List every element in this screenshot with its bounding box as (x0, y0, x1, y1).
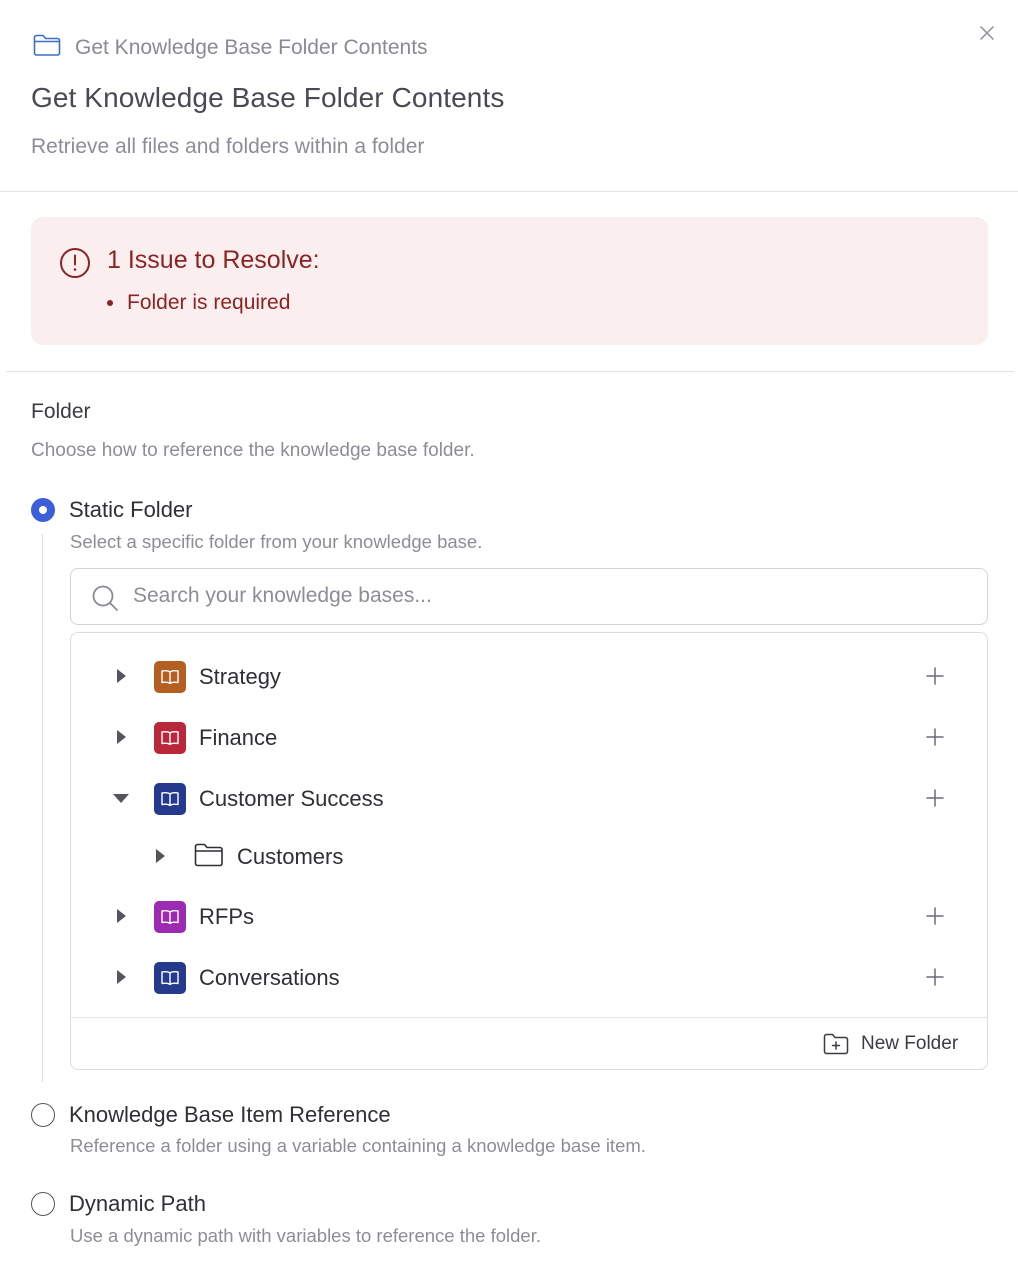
panel-header: Get Knowledge Base Folder Contents Get K… (0, 0, 1018, 192)
add-icon[interactable] (923, 725, 947, 749)
issues-alert: 1 Issue to Resolve: Folder is required (31, 217, 988, 345)
book-icon (154, 783, 186, 815)
kb-item-reference-radio[interactable] (31, 1103, 55, 1127)
alert-item-text: Folder is required (127, 291, 291, 314)
chevron-right-icon[interactable] (111, 906, 131, 926)
tree-item-label: Customer Success (199, 786, 384, 811)
add-icon[interactable] (923, 965, 947, 989)
book-icon (154, 901, 186, 933)
chevron-right-icon[interactable] (150, 846, 170, 866)
folder-icon (194, 843, 224, 872)
tree-item-label: Finance (199, 725, 278, 750)
knowledge-base-search[interactable] (70, 568, 988, 625)
folder-plus-icon (823, 1033, 849, 1055)
tree-item-conversations[interactable]: Conversations (71, 952, 987, 1002)
chevron-right-icon[interactable] (111, 967, 131, 987)
search-icon (91, 584, 119, 617)
tree-footer-divider (71, 1017, 987, 1018)
tree-item-customer-success[interactable]: Customer Success (71, 773, 987, 823)
book-icon (154, 722, 186, 754)
page-title: Get Knowledge Base Folder Contents (31, 82, 505, 113)
new-folder-button[interactable]: New Folder (823, 1029, 958, 1059)
option-connector-line (42, 534, 43, 1082)
book-icon (154, 962, 186, 994)
book-icon (154, 661, 186, 693)
tree-item-label: Strategy (199, 664, 281, 689)
kb-item-reference-description: Reference a folder using a variable cont… (70, 1135, 646, 1156)
static-folder-radio[interactable] (31, 498, 55, 522)
folder-tree: Strategy Finance Customer Success Custom… (70, 632, 988, 1070)
breadcrumb-label: Get Knowledge Base Folder Contents (75, 35, 428, 59)
add-icon[interactable] (923, 786, 947, 810)
breadcrumb: Get Knowledge Base Folder Contents (33, 34, 428, 61)
folder-label: Folder (31, 400, 91, 423)
static-folder-label[interactable]: Static Folder (69, 497, 193, 523)
bullet (107, 300, 113, 306)
alert-circle-icon (59, 247, 91, 284)
tree-item-label: RFPs (199, 904, 254, 929)
tree-item-label: Customers (237, 844, 344, 869)
alert-item: Folder is required (107, 291, 290, 315)
folder-icon (33, 34, 61, 61)
dynamic-path-radio[interactable] (31, 1192, 55, 1216)
add-icon[interactable] (923, 664, 947, 688)
chevron-down-icon[interactable] (111, 788, 131, 808)
tree-item-finance[interactable]: Finance (71, 712, 987, 762)
static-folder-description: Select a specific folder from your knowl… (70, 531, 483, 552)
chevron-right-icon[interactable] (111, 727, 131, 747)
folder-description: Choose how to reference the knowledge ba… (31, 440, 475, 461)
search-input[interactable] (133, 569, 963, 623)
divider (6, 371, 1014, 372)
dynamic-path-description: Use a dynamic path with variables to ref… (70, 1225, 541, 1246)
page-subtitle: Retrieve all files and folders within a … (31, 135, 425, 158)
chevron-right-icon[interactable] (111, 666, 131, 686)
add-icon[interactable] (923, 904, 947, 928)
close-button[interactable] (974, 20, 1000, 46)
dynamic-path-label[interactable]: Dynamic Path (69, 1191, 206, 1217)
kb-item-reference-label[interactable]: Knowledge Base Item Reference (69, 1102, 391, 1128)
tree-item-strategy[interactable]: Strategy (71, 651, 987, 701)
tree-item-rfps[interactable]: RFPs (71, 891, 987, 941)
tree-item-label: Conversations (199, 965, 340, 990)
alert-title: 1 Issue to Resolve: (107, 246, 320, 274)
new-folder-label: New Folder (861, 1033, 959, 1054)
close-icon (980, 26, 994, 40)
tree-item-customers[interactable]: Customers (71, 831, 987, 881)
